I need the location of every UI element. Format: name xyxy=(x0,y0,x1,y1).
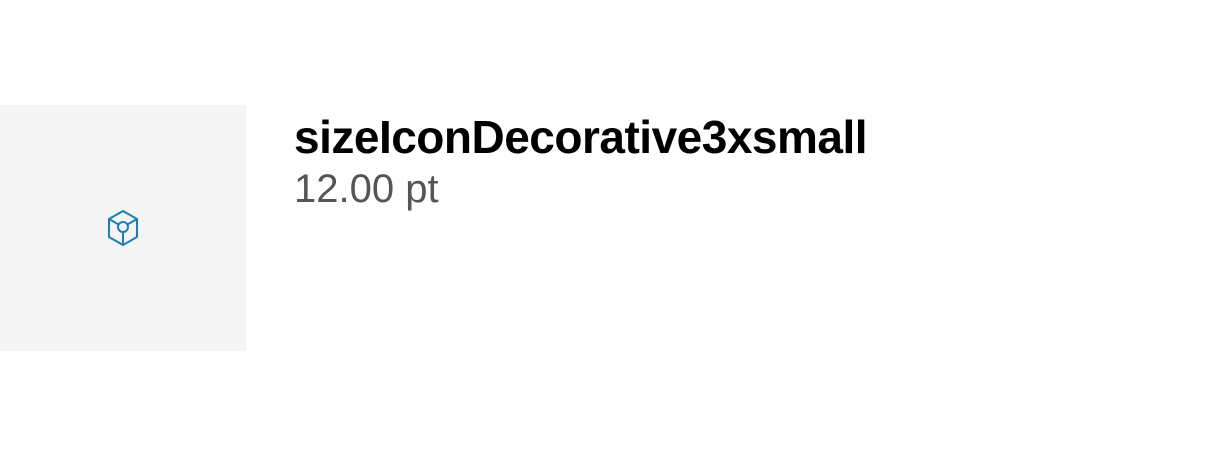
icon-preview-tile xyxy=(0,105,246,351)
token-name: sizeIconDecorative3xsmall xyxy=(294,111,868,163)
token-row: sizeIconDecorative3xsmall 12.00 pt xyxy=(0,105,868,351)
token-info: sizeIconDecorative3xsmall 12.00 pt xyxy=(294,105,868,213)
cube-icon xyxy=(105,208,141,248)
token-value: 12.00 pt xyxy=(294,167,439,211)
